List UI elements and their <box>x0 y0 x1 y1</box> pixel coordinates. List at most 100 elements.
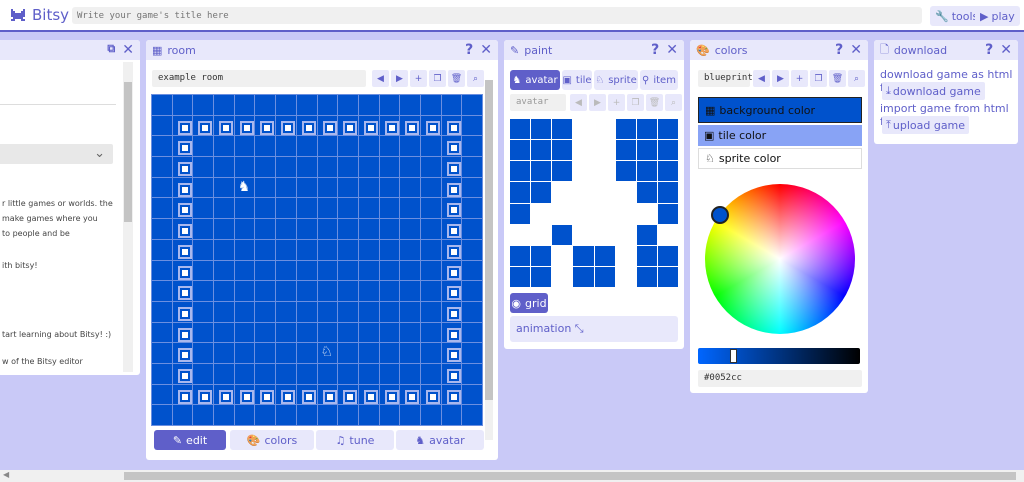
paint-pixel-off[interactable] <box>572 117 595 141</box>
room-cell[interactable] <box>275 156 297 178</box>
paint-pixel-on[interactable] <box>656 160 680 183</box>
paint-pixel-off[interactable] <box>530 223 553 246</box>
paint-pixel-on[interactable] <box>551 223 574 246</box>
paint-pixel-on[interactable] <box>635 265 658 289</box>
palette-name-input[interactable]: blueprint <box>698 70 753 87</box>
paint-pixel-on[interactable] <box>508 117 532 141</box>
room-cell[interactable] <box>357 156 380 178</box>
delete-icon[interactable]: 🗑 <box>448 70 465 87</box>
paint-pixel-on[interactable] <box>635 223 658 246</box>
room-wall-tile[interactable] <box>440 342 463 364</box>
tab-edit[interactable]: ✎ edit <box>154 430 226 450</box>
paint-pixel-on[interactable] <box>530 265 553 289</box>
room-cell[interactable] <box>378 342 401 364</box>
room-cell[interactable] <box>275 342 297 364</box>
room-cell[interactable] <box>461 238 483 261</box>
upload-game-button[interactable]: ⤒ upload game <box>882 116 970 134</box>
room-cell[interactable] <box>151 238 173 261</box>
close-icon[interactable]: ✕ <box>850 42 862 58</box>
paint-tab-avatar[interactable]: ♞ avatar <box>510 70 560 90</box>
room-cell[interactable] <box>151 342 173 364</box>
paint-pixel-on[interactable] <box>508 202 532 225</box>
room-cell[interactable] <box>357 197 380 220</box>
room-cell[interactable] <box>275 176 297 199</box>
room-wall-tile[interactable] <box>192 114 215 137</box>
room-cell[interactable] <box>171 404 194 426</box>
paint-pixel-off[interactable] <box>572 139 595 162</box>
room-wall-tile[interactable] <box>399 383 421 406</box>
room-wall-tile[interactable] <box>337 383 359 406</box>
brightness-slider[interactable] <box>698 348 860 364</box>
paint-pixel-on[interactable] <box>593 265 616 289</box>
room-wall-tile[interactable] <box>233 114 256 137</box>
room-cell[interactable] <box>399 176 421 199</box>
duplicate-icon[interactable]: ❐ <box>627 94 644 111</box>
room-cell[interactable] <box>192 238 215 261</box>
room-cell[interactable] <box>213 300 235 323</box>
room-cell[interactable] <box>337 218 359 240</box>
room-wall-tile[interactable] <box>440 197 463 220</box>
room-cell[interactable] <box>399 218 421 240</box>
paint-pixel-off[interactable] <box>593 223 616 246</box>
room-wall-tile[interactable] <box>171 176 194 199</box>
room-cell[interactable] <box>275 238 297 261</box>
room-cell[interactable] <box>213 135 235 158</box>
room-cell[interactable] <box>254 176 277 199</box>
room-cell[interactable] <box>419 362 442 385</box>
room-wall-tile[interactable] <box>357 114 380 137</box>
room-cell[interactable] <box>461 321 483 344</box>
room-cell[interactable] <box>254 218 277 240</box>
room-cell[interactable] <box>275 300 297 323</box>
play-button[interactable]: ▶ play <box>975 6 1020 26</box>
paint-pixel-on[interactable] <box>551 160 574 183</box>
sprite-color-option[interactable]: ♘ sprite color <box>698 148 862 169</box>
paint-pixel-on[interactable] <box>530 244 553 267</box>
download-game-button[interactable]: ⤓ download game <box>882 82 985 100</box>
room-cell[interactable] <box>378 218 401 240</box>
room-cell[interactable] <box>254 280 277 302</box>
room-cell[interactable] <box>192 404 215 426</box>
paint-pixel-off[interactable] <box>593 160 616 183</box>
room-cell[interactable] <box>461 259 483 282</box>
room-wall-tile[interactable] <box>440 321 463 344</box>
help-icon[interactable]: ? <box>465 42 473 58</box>
room-cell[interactable] <box>419 94 442 116</box>
room-cell[interactable] <box>337 197 359 220</box>
room-cell[interactable] <box>461 404 483 426</box>
room-cell[interactable] <box>213 342 235 364</box>
room-cell[interactable] <box>192 218 215 240</box>
paint-pixel-on[interactable] <box>656 202 680 225</box>
next-icon[interactable]: ▶ <box>589 94 606 111</box>
room-wall-tile[interactable] <box>440 280 463 302</box>
room-cell[interactable] <box>337 321 359 344</box>
room-wall-tile[interactable] <box>192 383 215 406</box>
room-cell[interactable] <box>461 342 483 364</box>
room-cell[interactable] <box>192 342 215 364</box>
room-cell[interactable] <box>357 176 380 199</box>
room-cell[interactable] <box>419 197 442 220</box>
paint-pixel-off[interactable] <box>614 202 637 225</box>
room-cell[interactable] <box>213 94 235 116</box>
paint-pixel-on[interactable] <box>593 244 616 267</box>
room-cell[interactable] <box>316 362 339 385</box>
room-cell[interactable] <box>316 321 339 344</box>
room-cell[interactable] <box>233 362 256 385</box>
room-cell[interactable] <box>357 238 380 261</box>
room-cell[interactable] <box>461 362 483 385</box>
close-icon[interactable]: ✕ <box>480 42 492 58</box>
room-cell[interactable] <box>213 176 235 199</box>
room-wall-tile[interactable] <box>440 114 463 137</box>
paint-pixel-off[interactable] <box>572 202 595 225</box>
room-cell[interactable] <box>357 342 380 364</box>
room-cell[interactable] <box>295 259 318 282</box>
about-dropdown[interactable]: ⌄ <box>0 144 113 164</box>
paint-pixel-on[interactable] <box>572 244 595 267</box>
room-cell[interactable] <box>316 238 339 261</box>
room-cell[interactable] <box>399 342 421 364</box>
room-cell[interactable] <box>213 197 235 220</box>
paint-pixel-off[interactable] <box>614 223 637 246</box>
grid-toggle[interactable]: ◉ grid <box>510 293 548 313</box>
room-wall-tile[interactable] <box>233 383 256 406</box>
room-cell[interactable] <box>171 94 194 116</box>
room-cell[interactable] <box>295 135 318 158</box>
